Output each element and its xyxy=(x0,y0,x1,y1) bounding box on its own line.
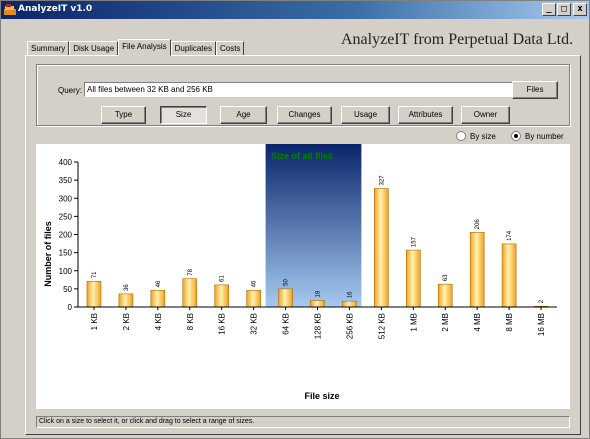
close-icon: x xyxy=(577,4,583,14)
selected-range-highlight[interactable] xyxy=(265,144,362,307)
bar-value-label: 157 xyxy=(411,236,417,247)
bar-4mb[interactable] xyxy=(469,232,485,308)
bar-256kb[interactable] xyxy=(342,300,357,308)
minimize-button[interactable]: _ xyxy=(542,3,556,16)
y-tick-label: 200 xyxy=(59,231,73,240)
tab-costs[interactable]: Costs xyxy=(215,41,245,56)
x-tick-label[interactable]: 32 KB xyxy=(250,313,259,335)
y-tick-label: 0 xyxy=(68,303,73,312)
size-chart-svg[interactable]: 71 36 46 78 61 46 50 18 16 327 157 63 206 174 2 0 50 100… xyxy=(36,144,570,409)
owner-button[interactable]: Owner xyxy=(461,106,510,124)
bar-4kb[interactable] xyxy=(150,290,166,308)
x-tick-label[interactable]: 256 KB xyxy=(345,313,354,339)
bar-value-label: 50 xyxy=(284,279,290,286)
status-bar: Click on a size to select it, or click a… xyxy=(36,416,570,428)
title-bar[interactable]: AnalyzeIT v1.0 _ □ x xyxy=(1,1,589,19)
tab-duplicates[interactable]: Duplicates xyxy=(170,41,216,56)
brand-text: AnalyzeIT from Perpetual Data Ltd. xyxy=(341,31,574,48)
close-button[interactable]: x xyxy=(573,3,587,16)
bar-8mb[interactable] xyxy=(501,243,517,308)
bar-value-label: 174 xyxy=(507,230,513,241)
x-tick-label[interactable]: 16 MB xyxy=(537,313,546,336)
bar-value-label: 18 xyxy=(316,290,322,297)
bar-value-label: 46 xyxy=(252,280,258,287)
x-tick-label[interactable]: 8 MB xyxy=(505,313,514,332)
tab-disk-usage[interactable]: Disk Usage xyxy=(69,41,119,56)
age-button[interactable]: Age xyxy=(220,106,267,124)
chart-title: Size of all files xyxy=(271,151,333,161)
x-tick-label[interactable]: 1 MB xyxy=(409,313,418,332)
x-tick-label[interactable]: 64 KB xyxy=(282,313,291,335)
x-tick-label[interactable]: 8 KB xyxy=(186,313,195,330)
x-tick-label[interactable]: 512 KB xyxy=(377,313,386,339)
tab-summary[interactable]: Summary xyxy=(27,41,70,56)
bar-value-label: 327 xyxy=(379,175,385,186)
app-logo-icon xyxy=(4,4,16,15)
files-button[interactable]: Files xyxy=(512,81,558,99)
bar-value-label: 46 xyxy=(156,280,162,287)
y-tick-label: 50 xyxy=(63,285,72,294)
bar-value-label: 63 xyxy=(443,274,449,281)
y-tick-label: 250 xyxy=(59,212,73,221)
bar-value-label: 36 xyxy=(124,284,130,291)
changes-button[interactable]: Changes xyxy=(277,106,332,124)
bar-2kb[interactable] xyxy=(118,293,134,308)
bar-value-label: 2 xyxy=(539,299,545,303)
x-tick-label[interactable]: 2 KB xyxy=(122,313,131,330)
maximize-button[interactable]: □ xyxy=(557,3,571,16)
tab-file-analysis[interactable]: File Analysis xyxy=(118,39,171,56)
usage-button[interactable]: Usage xyxy=(341,106,390,124)
sort-by-number-label: By number xyxy=(525,131,564,141)
bar-512kb[interactable] xyxy=(374,188,389,308)
size-button[interactable]: Size xyxy=(160,106,207,124)
query-select[interactable]: All files between 32 KB and 256 KB xyxy=(84,82,540,97)
x-tick-label[interactable]: 4 KB xyxy=(154,313,163,330)
x-tick-label[interactable]: 4 MB xyxy=(473,313,482,332)
y-tick-label: 400 xyxy=(59,158,73,167)
bar-value-label: 78 xyxy=(188,268,194,275)
bar-1mb[interactable] xyxy=(405,249,421,308)
y-tick-label: 300 xyxy=(59,194,73,203)
bar-value-label: 61 xyxy=(220,275,226,282)
tab-strip: Summary Disk Usage File Analysis Duplica… xyxy=(27,39,245,56)
y-tick-label: 350 xyxy=(59,176,73,185)
bar-2mb[interactable] xyxy=(437,283,453,308)
y-axis-label: Number of files xyxy=(43,221,53,287)
size-chart[interactable]: 71 36 46 78 61 46 50 18 16 327 157 63 206 174 2 0 50 100… xyxy=(36,144,570,409)
type-button[interactable]: Type xyxy=(101,106,146,124)
radio-checked-icon xyxy=(511,131,521,141)
minimize-icon: _ xyxy=(546,4,552,14)
x-tick-label[interactable]: 128 KB xyxy=(314,313,323,339)
window-title: AnalyzeIT v1.0 xyxy=(18,4,93,14)
sort-by-size-label: By size xyxy=(470,131,496,141)
attributes-button[interactable]: Attributes xyxy=(398,106,453,124)
x-tick-label[interactable]: 16 KB xyxy=(218,313,227,335)
bar-value-label: 16 xyxy=(347,291,353,298)
bar-128kb[interactable] xyxy=(310,300,325,308)
y-tick-label: 150 xyxy=(59,249,73,258)
bar-value-label: 206 xyxy=(475,219,481,230)
radio-unchecked-icon xyxy=(456,131,466,141)
x-tick-label[interactable]: 1 KB xyxy=(90,313,99,330)
query-label: Query: xyxy=(58,86,83,95)
sort-by-size-radio[interactable]: By size xyxy=(456,131,496,141)
y-tick-label: 100 xyxy=(59,267,73,276)
bar-value-label: 71 xyxy=(92,271,98,278)
query-group: Query: All files between 32 KB and 256 K… xyxy=(36,64,570,126)
file-analysis-panel: Query: All files between 32 KB and 256 K… xyxy=(25,55,581,435)
bar-16kb[interactable] xyxy=(214,284,229,308)
app-window: AnalyzeIT v1.0 _ □ x Summary Disk Usage … xyxy=(0,0,590,439)
x-tick-label[interactable]: 2 MB xyxy=(441,313,450,332)
bar-8kb[interactable] xyxy=(182,278,198,308)
bar-32kb[interactable] xyxy=(246,290,261,308)
bar-64kb[interactable] xyxy=(278,288,293,308)
sort-by-number-radio[interactable]: By number xyxy=(511,131,564,141)
bar-1kb[interactable] xyxy=(86,280,102,308)
query-value: All files between 32 KB and 256 KB xyxy=(87,85,213,94)
x-axis-label: File size xyxy=(304,391,339,401)
maximize-icon: □ xyxy=(561,4,567,14)
